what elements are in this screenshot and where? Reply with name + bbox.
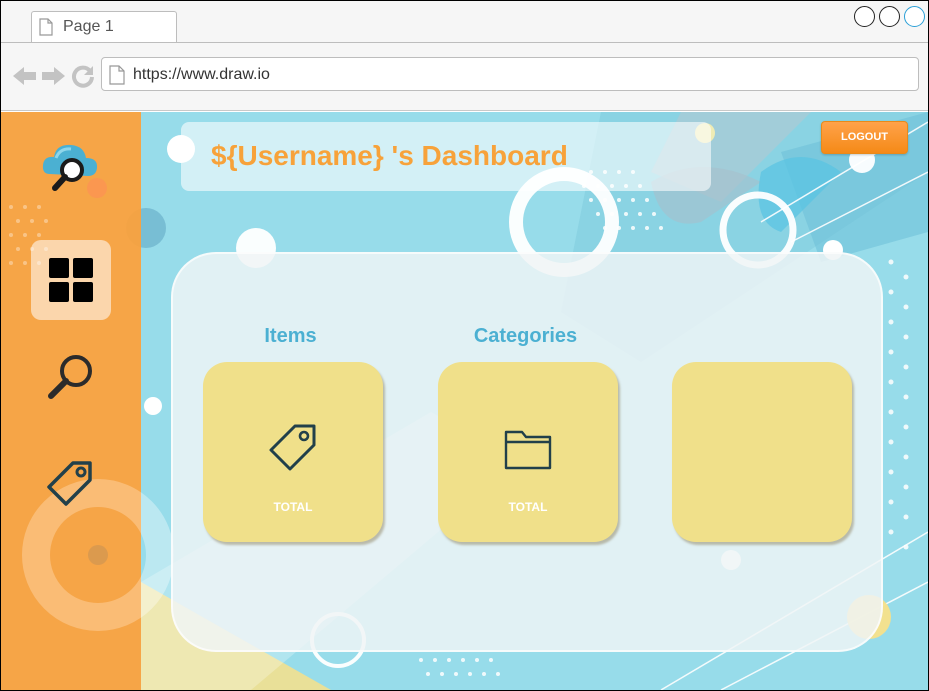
browser-chrome: Page 1 https://www.draw.io bbox=[1, 1, 928, 111]
categories-total-label: TOTAL bbox=[508, 500, 548, 514]
back-arrow-icon[interactable] bbox=[13, 66, 37, 86]
browser-window: Page 1 https://www.draw.io ${Username} '… bbox=[0, 0, 929, 691]
window-button-2[interactable] bbox=[879, 6, 900, 27]
tab-title: Page 1 bbox=[63, 18, 114, 35]
dashboard-page: ${Username} 's Dashboard LOGOUT Items Ca… bbox=[1, 112, 928, 690]
items-card[interactable]: TOTAL bbox=[203, 362, 383, 542]
tag-icon bbox=[47, 461, 92, 506]
sidebar-item-tags[interactable] bbox=[31, 445, 111, 525]
page-title: ${Username} 's Dashboard bbox=[211, 140, 568, 171]
sidebar bbox=[1, 112, 141, 690]
folder-icon bbox=[504, 430, 552, 470]
reload-icon[interactable] bbox=[71, 64, 95, 88]
card-label-items: Items bbox=[264, 325, 317, 347]
tab-divider bbox=[1, 42, 928, 43]
browser-tab[interactable]: Page 1 bbox=[31, 11, 177, 43]
items-total-label: TOTAL bbox=[273, 500, 313, 514]
address-bar[interactable]: https://www.draw.io bbox=[101, 57, 919, 91]
logout-button[interactable]: LOGOUT bbox=[821, 121, 908, 154]
app-logo[interactable] bbox=[31, 127, 111, 207]
dashboard-icon bbox=[49, 258, 93, 302]
cloud-search-logo-icon bbox=[42, 144, 98, 191]
empty-card[interactable] bbox=[672, 362, 852, 542]
window-button-3[interactable] bbox=[904, 6, 925, 27]
page-icon bbox=[39, 18, 53, 36]
categories-card[interactable]: TOTAL bbox=[438, 362, 618, 542]
window-button-1[interactable] bbox=[854, 6, 875, 27]
page-icon bbox=[109, 65, 125, 85]
tag-icon bbox=[269, 424, 316, 471]
sidebar-item-dashboard[interactable] bbox=[31, 240, 111, 320]
url-text: https://www.draw.io bbox=[133, 66, 270, 83]
forward-arrow-icon[interactable] bbox=[41, 66, 65, 86]
card-label-categories: Categories bbox=[473, 325, 578, 347]
sidebar-item-search[interactable] bbox=[31, 337, 111, 417]
header-panel: ${Username} 's Dashboard bbox=[181, 122, 711, 191]
search-icon bbox=[48, 355, 92, 399]
